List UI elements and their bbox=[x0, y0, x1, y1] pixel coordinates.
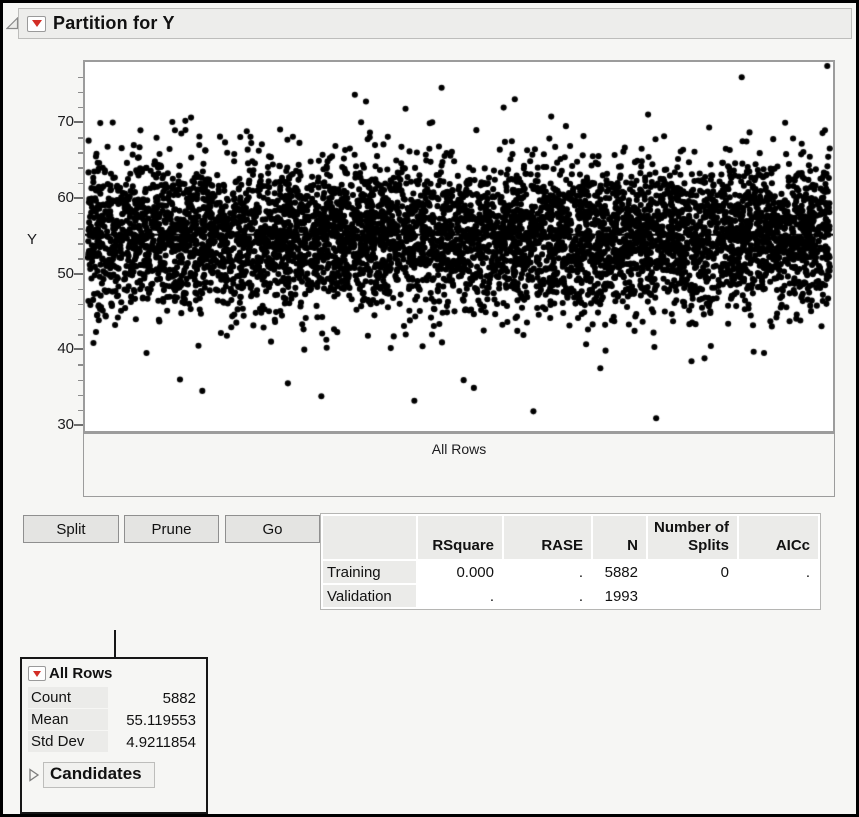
page-title: Partition for Y bbox=[53, 13, 175, 33]
stat-row-mean: Mean 55.119553 bbox=[28, 709, 200, 731]
stat-value: 5882 bbox=[162, 689, 196, 707]
red-triangle-menu-icon[interactable] bbox=[27, 15, 46, 32]
go-button[interactable]: Go bbox=[225, 515, 320, 543]
col-header-rsquare: RSquare bbox=[418, 516, 502, 559]
scatter-plot-canvas[interactable] bbox=[85, 62, 833, 431]
training-rsquare: 0.000 bbox=[456, 563, 494, 581]
candidates-disclosure[interactable]: Candidates bbox=[28, 762, 200, 788]
y-tick-major bbox=[74, 348, 83, 351]
stat-row-stddev: Std Dev 4.9211854 bbox=[28, 731, 200, 753]
col-header-n: N bbox=[593, 516, 646, 559]
col-header-rase: RASE bbox=[504, 516, 591, 559]
stat-value: 4.9211854 bbox=[126, 733, 196, 751]
red-triangle-icon bbox=[31, 20, 42, 27]
col-header-number-of-splits: Number of Splits bbox=[648, 516, 737, 559]
validation-aicc bbox=[739, 585, 818, 607]
prune-button[interactable]: Prune bbox=[124, 515, 219, 543]
y-tick-label: 30 bbox=[57, 416, 74, 433]
col-header-empty bbox=[323, 516, 416, 559]
all-rows-node: All Rows Count 5882 Mean 55.119553 Std D… bbox=[20, 657, 208, 814]
candidates-label: Candidates bbox=[43, 762, 155, 788]
training-n: 5882 bbox=[604, 563, 638, 581]
validation-splits bbox=[648, 585, 737, 607]
stat-label: Mean bbox=[28, 709, 108, 730]
stat-value: 55.119553 bbox=[126, 711, 196, 729]
table-row-training: Training 0.000 . 5882 0 . bbox=[323, 561, 818, 583]
partition-report-window: Partition for Y Y 70 60 50 40 30 All Rows Sp… bbox=[0, 0, 859, 817]
node-red-triangle-menu-icon[interactable] bbox=[28, 666, 46, 681]
y-tick-major bbox=[74, 196, 83, 199]
split-button[interactable]: Split bbox=[23, 515, 119, 543]
y-tick-label: 50 bbox=[57, 264, 74, 282]
row-label-training: Training bbox=[323, 561, 416, 583]
y-tick-major bbox=[74, 121, 83, 123]
node-title: All Rows bbox=[49, 665, 113, 682]
training-rase: . bbox=[578, 563, 583, 581]
x-axis-category-strip: All Rows bbox=[83, 433, 835, 497]
stat-row-count: Count 5882 bbox=[28, 687, 200, 709]
y-tick-label: 60 bbox=[57, 188, 74, 206]
validation-rase: . bbox=[578, 587, 583, 605]
node-red-triangle-icon bbox=[33, 670, 41, 677]
table-header-row: RSquare RASE N Number of Splits AICc bbox=[323, 516, 818, 559]
y-tick-major bbox=[74, 424, 83, 426]
y-tick-label: 40 bbox=[57, 340, 74, 358]
chevron-right-icon bbox=[29, 768, 40, 782]
y-tick-label: 70 bbox=[57, 113, 74, 130]
validation-rsquare: . bbox=[489, 587, 494, 605]
x-category-label: All Rows bbox=[431, 441, 487, 457]
titlebar: Partition for Y bbox=[18, 8, 852, 39]
training-aicc: . bbox=[805, 563, 810, 581]
scatter-plot-frame bbox=[83, 60, 835, 433]
node-header: All Rows bbox=[28, 665, 200, 682]
stat-label: Count bbox=[28, 687, 108, 708]
col-header-aicc: AICc bbox=[739, 516, 818, 559]
stat-label: Std Dev bbox=[28, 731, 108, 752]
validation-n: 1993 bbox=[604, 587, 638, 605]
node-stats: Count 5882 Mean 55.119553 Std Dev 4.9211… bbox=[28, 687, 200, 753]
tree-branch-line bbox=[114, 630, 116, 658]
table-row-validation: Validation . . 1993 bbox=[323, 585, 818, 607]
y-axis-label: Y bbox=[27, 231, 38, 248]
y-tick-major bbox=[74, 272, 83, 275]
fit-statistics-table: RSquare RASE N Number of Splits AICc Tra… bbox=[320, 513, 821, 610]
fit-statistics-table-wrap: RSquare RASE N Number of Splits AICc Tra… bbox=[320, 513, 821, 610]
training-splits: 0 bbox=[720, 563, 729, 581]
row-label-validation: Validation bbox=[323, 585, 416, 607]
